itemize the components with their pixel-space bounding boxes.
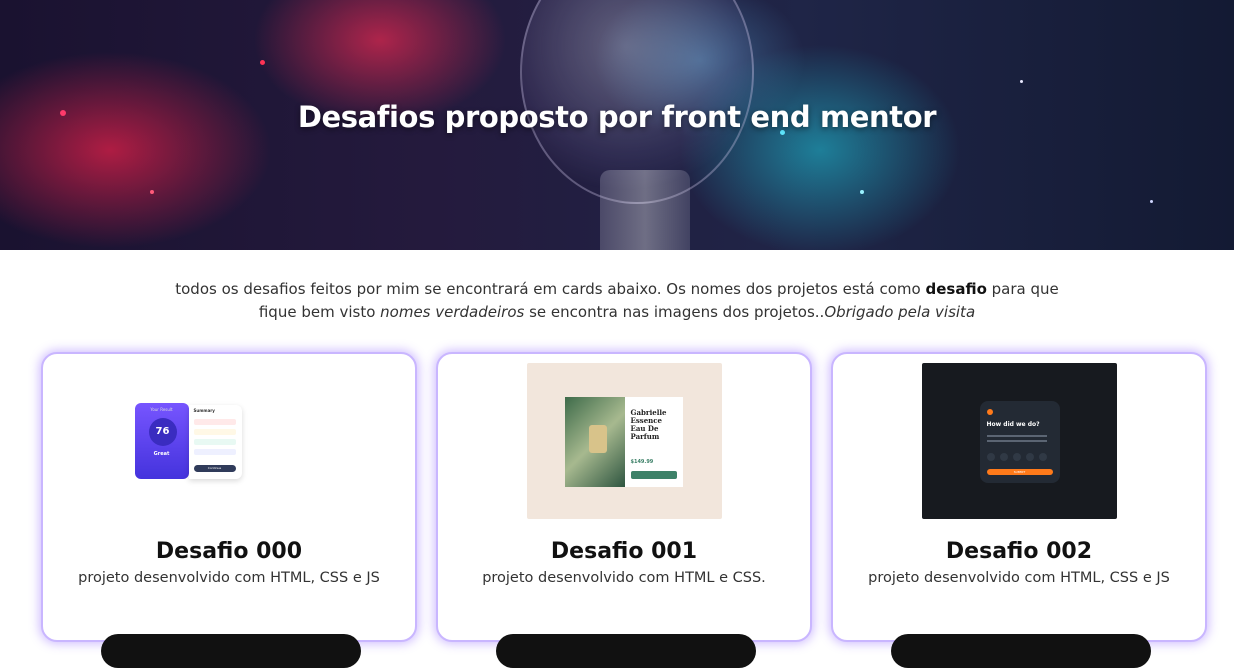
- card-button[interactable]: [101, 634, 361, 668]
- rating-dot: [999, 453, 1008, 461]
- submit-pill: SUBMIT: [986, 469, 1053, 475]
- card-title: Desafio 001: [550, 539, 698, 564]
- rating-dot: [1012, 453, 1021, 461]
- white-particle: [1150, 200, 1153, 203]
- rating-dot: [986, 453, 995, 461]
- white-particle: [1020, 80, 1023, 83]
- intro-part1: todos os desafios feitos por mim se enco…: [175, 280, 926, 298]
- hero-banner: Desafios proposto por front end mentor: [0, 0, 1234, 250]
- card-description: projeto desenvolvido com HTML, CSS e JS: [868, 570, 1170, 586]
- card-title: Desafio 000: [155, 539, 303, 564]
- project-card-001: Gabrielle Essence Eau De Parfum $149.99 …: [436, 352, 812, 668]
- thumb-question: How did we do?: [986, 421, 1040, 428]
- thumb-submit: SUBMIT: [1013, 470, 1026, 474]
- result-panel: Your Result 76 Great: [134, 403, 189, 479]
- text-line: [986, 440, 1047, 442]
- product-preview-thumbnail: Gabrielle Essence Eau De Parfum $149.99: [526, 363, 722, 519]
- red-particle: [260, 60, 265, 65]
- summary-panel: Summary Continue: [188, 405, 242, 479]
- rating-component-thumbnail: How did we do? SUBMIT: [921, 363, 1117, 519]
- card-button[interactable]: [496, 634, 756, 668]
- summary-row: [193, 419, 236, 425]
- star-icon: [986, 409, 993, 415]
- card-title: Desafio 002: [945, 539, 1093, 564]
- rating-dot: [1038, 453, 1047, 461]
- intro-italic1: nomes verdadeiros: [380, 303, 525, 321]
- thumb-your-result: Your Result: [150, 407, 173, 412]
- rating-dot: [1025, 453, 1034, 461]
- thumb-product-name: Gabrielle Essence Eau De Parfum: [630, 408, 667, 441]
- product-panel: Gabrielle Essence Eau De Parfum $149.99: [624, 397, 683, 487]
- card-button[interactable]: [891, 634, 1151, 668]
- red-particle: [150, 190, 154, 194]
- continue-pill: Continue: [193, 465, 236, 472]
- intro-text: todos os desafios feitos por mim se enco…: [167, 278, 1067, 324]
- card-description: projeto desenvolvido com HTML e CSS.: [482, 570, 766, 586]
- summary-row: [193, 439, 236, 445]
- thumb-continue: Continue: [207, 466, 222, 470]
- results-summary-thumbnail: Your Result 76 Great Summary Continue: [131, 363, 327, 519]
- perfume-bottle-image: [588, 425, 607, 453]
- thumb-summary: Summary: [193, 408, 215, 413]
- thumb-result: Great: [153, 451, 170, 457]
- intro-italic2: Obrigado pela visita: [824, 303, 976, 321]
- intro-part3: se encontra nas imagens dos projetos..: [524, 303, 825, 321]
- rating-box: How did we do? SUBMIT: [979, 401, 1060, 483]
- project-card-000: Your Result 76 Great Summary Continue De…: [41, 352, 417, 668]
- intro-bold: desafio: [925, 280, 987, 298]
- summary-row: [193, 429, 236, 435]
- text-line: [986, 435, 1047, 437]
- summary-row: [193, 449, 236, 455]
- light-bulb-neck: [600, 170, 690, 250]
- project-card-002: How did we do? SUBMIT Desafio 002 projet…: [831, 352, 1207, 668]
- thumb-price: $149.99: [630, 459, 654, 465]
- cyan-particle: [860, 190, 864, 194]
- add-to-cart-pill: [630, 471, 677, 479]
- score-circle: 76: [148, 418, 177, 446]
- card-description: projeto desenvolvido com HTML, CSS e JS: [78, 570, 380, 586]
- cards-grid: Your Result 76 Great Summary Continue De…: [41, 352, 1221, 668]
- page-title: Desafios proposto por front end mentor: [297, 100, 937, 134]
